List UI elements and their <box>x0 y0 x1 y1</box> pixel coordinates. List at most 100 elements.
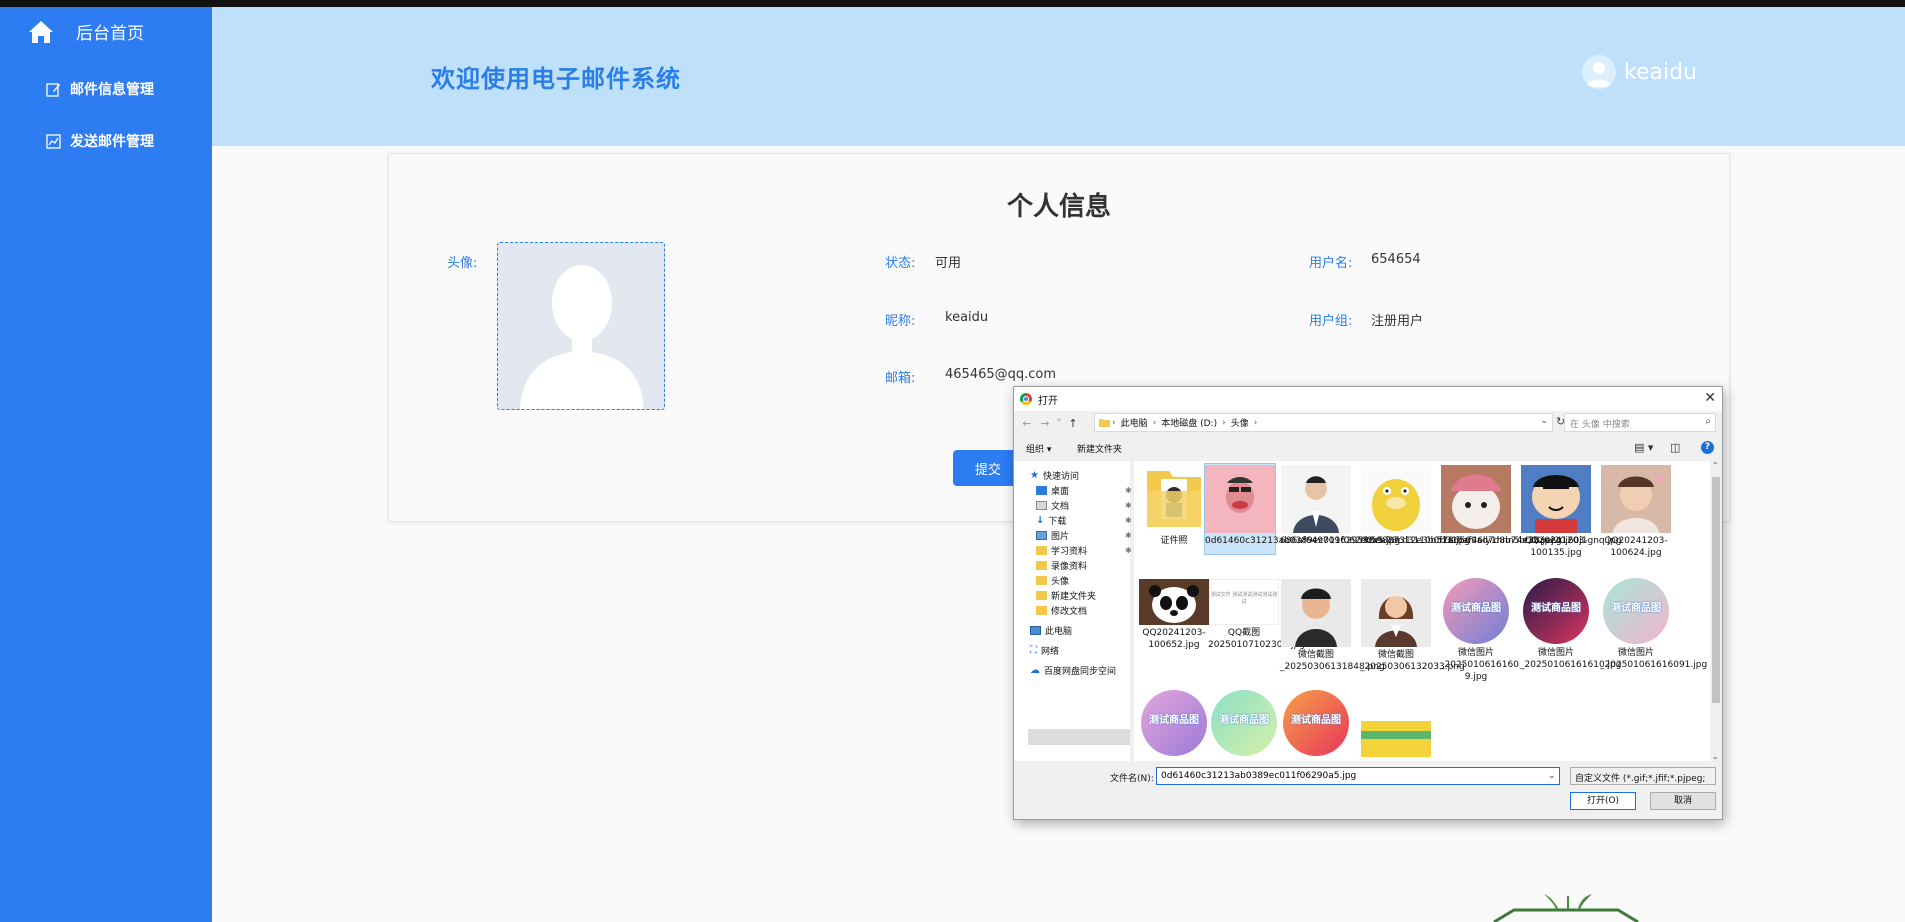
up-arrow-icon[interactable]: ↑ <box>1064 417 1082 430</box>
nav-item-baidu-netdisk[interactable]: ☁ 百度网盘同步空间 <box>1030 664 1116 677</box>
sidebar: 后台首页 邮件信息管理 发送邮件管理 <box>0 7 212 922</box>
file-item[interactable]: cb59827312e3b0f786509ad7d8b74e3b.jpeg <box>1360 465 1562 547</box>
nav-item-this-pc[interactable]: 此电脑 <box>1030 624 1072 637</box>
nav-item-avatars[interactable]: 头像 <box>1036 574 1069 587</box>
image-thumbnail <box>1361 579 1431 647</box>
recent-dropdown-icon[interactable]: ˅ <box>1054 417 1064 430</box>
filename-input[interactable] <box>1156 767 1560 785</box>
close-icon[interactable]: ✕ <box>1704 390 1716 406</box>
back-arrow-icon[interactable]: ← <box>1018 417 1036 430</box>
nav-item-downloads[interactable]: ↓ 下载 ✱ <box>1036 514 1132 527</box>
navigation-pane: ★ 快速访问 桌面 ✱ 文档 ✱ ↓ 下载 ✱ 图片 ✱ 学习资料 ✱ 录像资料… <box>1014 461 1132 761</box>
nav-item-documents[interactable]: 文档 ✱ <box>1036 499 1132 512</box>
file-item[interactable] <box>1360 717 1432 759</box>
file-name: QQ20241203-100624.jpg <box>1604 536 1668 558</box>
file-item-selected[interactable]: 0d61460c31213ab0389ec011f06290a5.jpg <box>1204 463 1400 555</box>
image-thumbnail <box>1441 465 1511 533</box>
search-placeholder: 在 头像 中搜索 <box>1570 420 1630 430</box>
preview-pane-icon[interactable]: ◫ <box>1670 441 1680 454</box>
user-menu[interactable]: keaidu <box>1582 55 1697 89</box>
dialog-title: 打开 <box>1038 395 1058 407</box>
nav-item-recordings[interactable]: 录像资料 <box>1036 559 1087 572</box>
edit-icon <box>46 82 60 97</box>
nav-item-quick-access[interactable]: ★ 快速访问 <box>1030 469 1079 482</box>
file-item[interactable]: 测试商品图 微信图片_202501061616091.jpg <box>1600 577 1707 671</box>
address-bar[interactable]: › 此电脑 › 本地磁盘 (D:) › 头像 › ⌄ <box>1094 413 1553 432</box>
desktop-icon <box>1036 486 1047 495</box>
sidebar-item-home[interactable]: 后台首页 <box>28 19 144 44</box>
star-icon: ★ <box>1030 470 1039 481</box>
new-folder-button[interactable]: 新建文件夹 <box>1077 442 1122 455</box>
page-title: 欢迎使用电子邮件系统 <box>431 65 681 93</box>
avatar-label: 头像: <box>447 256 478 271</box>
search-icon: ⌕ <box>1705 416 1711 427</box>
sidebar-item-mail-info[interactable]: 邮件信息管理 <box>46 79 154 99</box>
file-item[interactable]: 测试商品图 微信图片_2025010616160 9.jpg <box>1440 577 1519 683</box>
pin-icon: ✱ <box>1125 531 1132 540</box>
nickname-value: keaidu <box>945 310 989 325</box>
nav-item-study[interactable]: 学习资料 ✱ <box>1036 544 1132 557</box>
file-item[interactable]: 微信截图_20250306131848.png <box>1280 579 1385 673</box>
file-item[interactable]: QQ20241203-100624.jpg <box>1600 465 1672 559</box>
dialog-toolbar: 组织 ▾ 新建文件夹 ▤ ▾ ◫ ? <box>1014 439 1722 459</box>
scroll-down-icon[interactable]: ⌄ <box>1712 752 1719 761</box>
cancel-button[interactable]: 取消 <box>1650 792 1716 810</box>
image-thumbnail: 测试商品图 <box>1441 577 1511 645</box>
file-item[interactable]: 测试商品图 <box>1208 689 1280 759</box>
scroll-up-icon[interactable]: ⌃ <box>1712 461 1719 470</box>
nav-item-new-folder[interactable]: 新建文件夹 <box>1036 589 1096 602</box>
sidebar-item-label: 发送邮件管理 <box>70 134 154 150</box>
search-input[interactable]: 在 头像 中搜索 ⌕ <box>1564 413 1716 432</box>
sidebar-item-send-mail[interactable]: 发送邮件管理 <box>46 131 154 151</box>
breadcrumb-item[interactable]: 本地磁盘 (D:) <box>1161 416 1217 429</box>
nav-item-network[interactable]: ⛶ 网络 <box>1030 644 1059 657</box>
file-item[interactable]: 测试文件 测试测试测试测试测试 QQ截图20250107102301.jpg <box>1208 579 1305 651</box>
chevron-down-icon[interactable]: ⌄ <box>1548 771 1556 781</box>
file-item[interactable]: d315af46ly1hnn5bt28pej20j60j1gnq.jpg <box>1440 465 1621 547</box>
file-item[interactable]: 证件照 <box>1138 465 1210 547</box>
chevron-down-icon[interactable]: ⌄ <box>1540 416 1548 426</box>
file-name: QQ20241203-100135.jpg <box>1524 536 1588 558</box>
help-icon[interactable]: ? <box>1701 441 1714 454</box>
pin-icon: ✱ <box>1125 486 1132 495</box>
avatar-placeholder-icon <box>520 265 644 409</box>
breadcrumb-item[interactable]: 头像 <box>1231 416 1249 429</box>
file-item[interactable]: 测试商品图 <box>1138 689 1210 759</box>
image-thumbnail <box>1281 579 1351 647</box>
image-thumbnail: 测试文件 测试测试测试测试测试 <box>1209 579 1279 625</box>
file-list-scrollbar[interactable]: ⌃ ⌄ <box>1710 461 1722 761</box>
breadcrumb-item[interactable]: 此电脑 <box>1121 416 1148 429</box>
header: 欢迎使用电子邮件系统 keaidu <box>212 7 1905 146</box>
username-value: 654654 <box>1371 252 1421 267</box>
folder-icon <box>1139 465 1209 533</box>
profile-title: 个人信息 <box>1006 192 1111 222</box>
nav-item-pictures[interactable]: 图片 ✱ <box>1036 529 1132 542</box>
document-icon <box>1036 501 1047 510</box>
image-thumbnail: 测试商品图 <box>1281 689 1351 757</box>
file-item[interactable]: 686af649709629598ea78cd3110b51a.jpg <box>1280 465 1470 547</box>
file-item[interactable]: 微信截图_20250306132033.png <box>1360 579 1465 673</box>
file-open-dialog: 打开 ✕ ← → ˅ ↑ › 此电脑 › 本地磁盘 (D:) › 头像 › ⌄ … <box>1013 386 1723 820</box>
file-item[interactable]: 测试商品图 <box>1280 689 1352 759</box>
image-thumbnail <box>1601 465 1671 533</box>
avatar <box>1582 55 1616 89</box>
group-label: 用户组: <box>1309 314 1353 329</box>
forward-arrow-icon[interactable]: → <box>1036 417 1054 430</box>
open-button[interactable]: 打开(O) <box>1570 792 1636 810</box>
email-label: 邮箱: <box>885 371 916 386</box>
view-options-icon[interactable]: ▤ ▾ <box>1634 441 1653 454</box>
file-item[interactable]: QQ20241203-100135.jpg <box>1520 465 1592 559</box>
nav-item-desktop[interactable]: 桌面 ✱ <box>1036 484 1132 497</box>
image-thumbnail: 测试商品图 <box>1521 577 1591 645</box>
file-item[interactable]: 测试商品图 微信图片_20250106161610.jpg <box>1520 577 1621 671</box>
scroll-thumb[interactable] <box>1712 477 1720 703</box>
nickname-label: 昵称: <box>885 314 916 329</box>
nav-item-edit-docs[interactable]: 修改文档 <box>1036 604 1087 617</box>
file-item[interactable]: QQ20241203-100652.jpg <box>1138 579 1210 651</box>
organize-button[interactable]: 组织 ▾ <box>1026 442 1051 455</box>
email-value: 465465@qq.com <box>945 367 1057 382</box>
filetype-select[interactable]: 自定义文件 (*.gif;*.jfif;*.pjpeg; <box>1570 767 1716 785</box>
plant-decoration-icon <box>1493 894 1639 922</box>
avatar-upload[interactable] <box>497 242 665 410</box>
file-name: QQ20241203-100652.jpg <box>1142 628 1206 650</box>
